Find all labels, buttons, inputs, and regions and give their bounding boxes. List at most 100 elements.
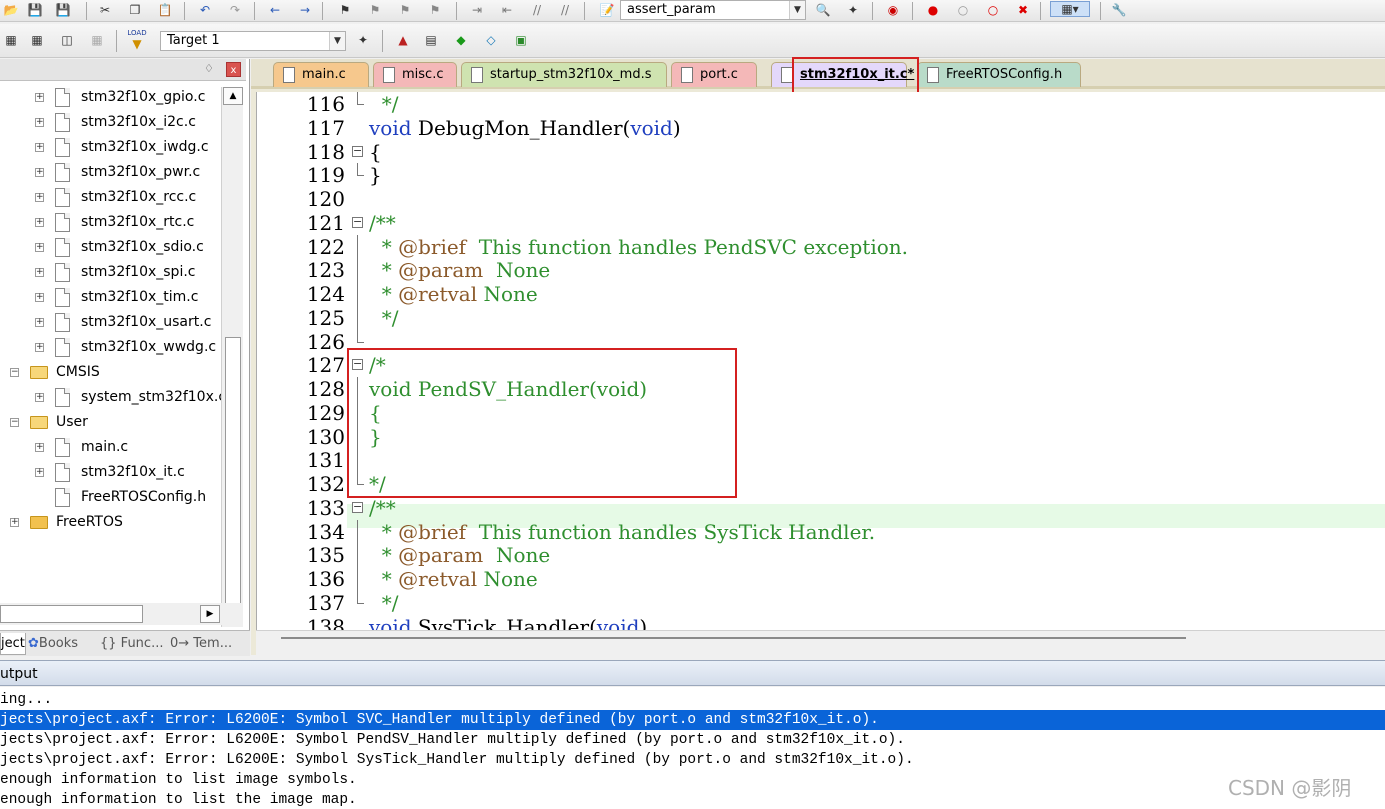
- disable-breakpoint-icon[interactable]: ○: [954, 2, 972, 18]
- fold-toggle-icon[interactable]: −: [352, 211, 364, 235]
- unindent-icon[interactable]: ⇤: [498, 2, 516, 18]
- undo-icon[interactable]: ↶: [196, 2, 214, 18]
- expand-icon[interactable]: +: [35, 343, 44, 352]
- find-combo[interactable]: assert_param ▼: [620, 0, 806, 20]
- tree-file[interactable]: + stm32f10x_wwdg.c: [0, 335, 220, 360]
- kill-all-breakpoints-icon[interactable]: ✖: [1014, 2, 1032, 18]
- find-icon[interactable]: 🔍: [814, 2, 832, 18]
- manage-project-items-icon[interactable]: ▲: [394, 32, 412, 48]
- indent-icon[interactable]: ⇥: [468, 2, 486, 18]
- tree-file[interactable]: + stm32f10x_i2c.c: [0, 110, 220, 135]
- pin-icon[interactable]: ♢: [204, 62, 214, 75]
- paste-icon[interactable]: 📋: [156, 2, 174, 18]
- window-layout-icon[interactable]: ▦▾: [1050, 1, 1090, 17]
- tree-file[interactable]: + stm32f10x_usart.c: [0, 310, 220, 335]
- collapse-icon[interactable]: −: [10, 368, 19, 377]
- output-line[interactable]: enough information to list the image map…: [0, 790, 1385, 809]
- uncomment-icon[interactable]: //: [556, 2, 574, 18]
- target-options-icon[interactable]: ✦: [354, 32, 372, 48]
- scrollbar-thumb[interactable]: [0, 605, 143, 623]
- tree-horizontal-scrollbar[interactable]: ▶: [0, 603, 243, 625]
- build-icon[interactable]: ▦: [28, 32, 46, 48]
- target-select[interactable]: Target 1 ▼: [160, 31, 346, 51]
- load-download-icon[interactable]: LOAD ▼: [126, 28, 148, 52]
- tab-templates[interactable]: 0→ Tem...: [170, 633, 240, 655]
- fold-toggle-icon[interactable]: −: [352, 496, 364, 520]
- expand-icon[interactable]: +: [35, 293, 44, 302]
- expand-icon[interactable]: +: [35, 218, 44, 227]
- tree-file[interactable]: + stm32f10x_rtc.c: [0, 210, 220, 235]
- disable-all-breakpoints-icon[interactable]: ○: [984, 2, 1002, 18]
- bookmark-icon[interactable]: ⚑: [336, 2, 354, 18]
- tab-misc-c[interactable]: misc.c: [373, 62, 457, 87]
- fold-toggle-icon[interactable]: −: [352, 140, 364, 164]
- expand-icon[interactable]: +: [35, 118, 44, 127]
- chevron-down-icon[interactable]: ▼: [789, 1, 805, 19]
- scrollbar-thumb[interactable]: [281, 637, 1186, 639]
- save-all-icon[interactable]: 💾: [54, 2, 72, 18]
- tree-file[interactable]: + stm32f10x_it.c: [0, 460, 220, 485]
- tab-startup-s[interactable]: startup_stm32f10x_md.s: [461, 62, 667, 87]
- tree-file[interactable]: + stm32f10x_sdio.c: [0, 235, 220, 260]
- collapse-icon[interactable]: −: [10, 418, 19, 427]
- tree-file[interactable]: + stm32f10x_tim.c: [0, 285, 220, 310]
- expand-icon[interactable]: +: [10, 518, 19, 527]
- tree-file[interactable]: + stm32f10x_gpio.c: [0, 85, 220, 110]
- clear-bookmarks-icon[interactable]: ⚑: [426, 2, 444, 18]
- pack-installer-icon[interactable]: ▣: [512, 32, 530, 48]
- tree-folder[interactable]: + FreeRTOS: [0, 510, 220, 535]
- output-line[interactable]: enough information to list image symbols…: [0, 770, 1385, 790]
- tree-file[interactable]: + stm32f10x_rcc.c: [0, 185, 220, 210]
- tree-file[interactable]: + system_stm32f10x.c: [0, 385, 226, 410]
- tab-main-c[interactable]: main.c: [273, 62, 369, 87]
- save-icon[interactable]: 💾: [26, 2, 44, 18]
- next-bookmark-icon[interactable]: ⚑: [396, 2, 414, 18]
- code-editor[interactable]: 116 */117 void DebugMon_Handler(void) 118−…: [256, 92, 1385, 630]
- scroll-right-icon[interactable]: ▶: [200, 605, 220, 623]
- navigate-back-icon[interactable]: ←: [266, 2, 284, 18]
- breakpoint-icon[interactable]: ●: [924, 2, 942, 18]
- copy-icon[interactable]: ❐: [126, 2, 144, 18]
- tree-folder[interactable]: − User: [0, 410, 220, 435]
- output-line[interactable]: jects\project.axf: Error: L6200E: Symbol…: [0, 730, 1385, 750]
- rebuild-icon[interactable]: ◫: [58, 32, 76, 48]
- open-file-icon[interactable]: 📂: [2, 2, 20, 18]
- expand-icon[interactable]: +: [35, 168, 44, 177]
- expand-icon[interactable]: +: [35, 93, 44, 102]
- output-line[interactable]: jects\project.axf: Error: L6200E: Symbol…: [0, 750, 1385, 770]
- expand-icon[interactable]: +: [35, 443, 44, 452]
- cut-icon[interactable]: ✂: [96, 2, 114, 18]
- tree-vertical-scrollbar[interactable]: ▲ ▼: [221, 87, 243, 627]
- comment-icon[interactable]: //: [528, 2, 546, 18]
- tree-file[interactable]: FreeRTOSConfig.h: [0, 485, 220, 510]
- close-icon[interactable]: x: [226, 62, 241, 77]
- navigate-forward-icon[interactable]: →: [296, 2, 314, 18]
- incremental-find-icon[interactable]: ✦: [844, 2, 862, 18]
- expand-icon[interactable]: +: [35, 468, 44, 477]
- expand-icon[interactable]: +: [35, 243, 44, 252]
- prev-bookmark-icon[interactable]: ⚑: [366, 2, 384, 18]
- tree-folder[interactable]: − CMSIS: [0, 360, 220, 385]
- select-packs-icon[interactable]: ◆: [452, 32, 470, 48]
- translate-icon[interactable]: ▦: [2, 32, 20, 48]
- tree-file[interactable]: + stm32f10x_spi.c: [0, 260, 220, 285]
- tab-project[interactable]: ject: [0, 633, 26, 655]
- debug-session-icon[interactable]: ◉: [884, 2, 902, 18]
- tree-file[interactable]: + stm32f10x_iwdg.c: [0, 135, 220, 160]
- build-output[interactable]: ing... jects\project.axf: Error: L6200E: …: [0, 687, 1385, 809]
- output-line[interactable]: ing...: [0, 690, 1385, 710]
- manage-multi-project-icon[interactable]: ▤: [422, 32, 440, 48]
- tree-file[interactable]: + stm32f10x_pwr.c: [0, 160, 220, 185]
- tab-functions[interactable]: {} Func...: [100, 633, 166, 655]
- tab-books[interactable]: ✿Books: [28, 633, 92, 655]
- redo-icon[interactable]: ↷: [226, 2, 244, 18]
- expand-icon[interactable]: +: [35, 143, 44, 152]
- chevron-down-icon[interactable]: ▼: [329, 32, 345, 50]
- batch-build-icon[interactable]: ▦: [88, 32, 106, 48]
- scrollbar-thumb[interactable]: [225, 337, 241, 607]
- expand-icon[interactable]: +: [35, 268, 44, 277]
- output-line[interactable]: jects\project.axf: Error: L6200E: Symbol…: [0, 710, 1385, 730]
- tab-port-c[interactable]: port.c: [671, 62, 757, 87]
- expand-icon[interactable]: +: [35, 393, 44, 402]
- manage-run-time-icon[interactable]: ◇: [482, 32, 500, 48]
